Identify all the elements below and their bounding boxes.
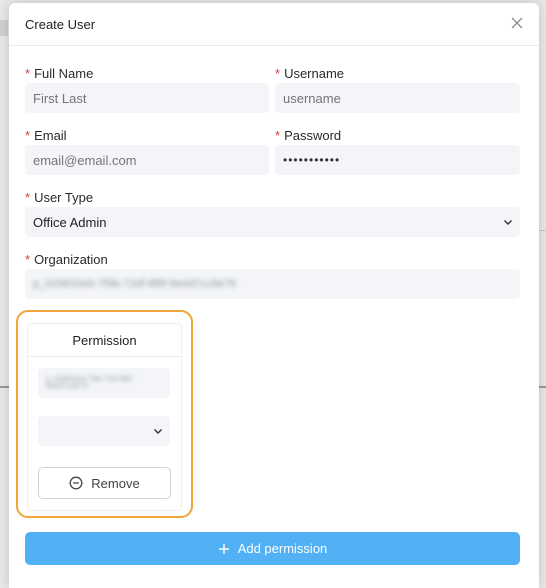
user-type-value: Office Admin [33, 214, 107, 230]
full-name-label-text: Full Name [34, 66, 94, 81]
full-name-input[interactable] [25, 83, 269, 113]
password-label-text: Password [284, 128, 342, 143]
username-input[interactable] [275, 83, 520, 113]
user-type-select[interactable]: Office Admin [25, 207, 520, 237]
modal-title: Create User [25, 17, 96, 32]
minus-circle-icon [69, 476, 83, 490]
background-divider [539, 230, 546, 231]
chevron-down-icon [154, 429, 162, 434]
organization-label-text: Organization [34, 252, 108, 267]
close-button[interactable] [507, 13, 527, 33]
user-type-label-text: User Type [34, 190, 94, 205]
password-input[interactable]: ••••••••••• [275, 145, 520, 175]
required-mark: * [25, 66, 31, 81]
remove-label: Remove [91, 475, 140, 491]
email-label: * Email [25, 128, 67, 143]
permission-organization-value: p_029832e6-7f9b-72df-8f8f-8e4d7cc8e76 [46, 376, 134, 390]
password-label: * Password [275, 128, 341, 143]
close-icon [511, 17, 523, 29]
required-mark: * [275, 66, 281, 81]
permission-role-select[interactable] [38, 416, 170, 446]
permission-title: Permission [28, 324, 181, 357]
email-input[interactable] [25, 145, 269, 175]
background-divider [0, 386, 9, 388]
required-mark: * [25, 190, 31, 205]
permission-card: Permission p_029832e6-7f9b-72df-8f8f-8e4… [27, 323, 182, 511]
email-label-text: Email [34, 128, 67, 143]
organization-value: p_029832e6-7f9b-72df-8f8f-8e4d7cc8e76 [33, 278, 237, 290]
background-divider [539, 386, 546, 388]
modal-header: Create User [9, 3, 539, 46]
required-mark: * [275, 128, 281, 143]
user-type-label: * User Type [25, 190, 93, 205]
remove-permission-button[interactable]: Remove [38, 467, 171, 499]
background-fragment [0, 20, 8, 36]
required-mark: * [25, 128, 31, 143]
add-permission-label: Add permission [237, 541, 328, 556]
add-permission-button[interactable]: Add permission [25, 532, 520, 565]
full-name-label: * Full Name [25, 66, 93, 81]
username-label: * Username [275, 66, 344, 81]
organization-input[interactable]: p_029832e6-7f9b-72df-8f8f-8e4d7cc8e76 [25, 269, 520, 299]
chevron-down-icon [504, 220, 512, 225]
organization-label: * Organization [25, 252, 108, 267]
username-label-text: Username [284, 66, 345, 81]
required-mark: * [25, 252, 31, 267]
permission-organization-input[interactable]: p_029832e6-7f9b-72df-8f8f-8e4d7cc8e76 [38, 368, 170, 398]
plus-icon [218, 543, 229, 554]
